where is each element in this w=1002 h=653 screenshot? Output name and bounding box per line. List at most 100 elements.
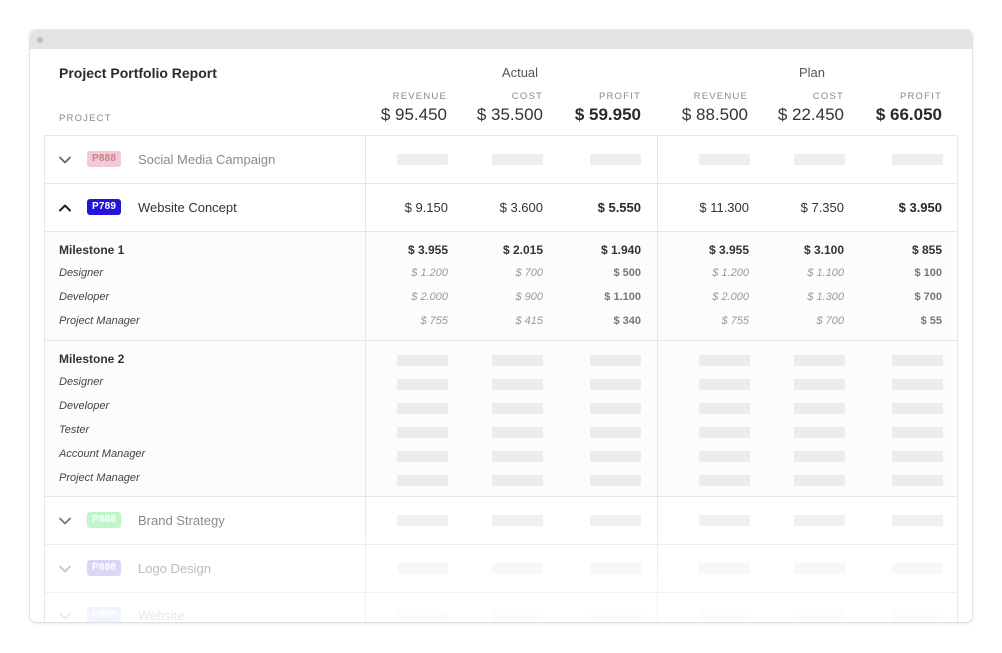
total-plan-profit: $ 66.050 bbox=[875, 105, 942, 124]
milestone-value: $ 3.955 bbox=[407, 243, 448, 257]
placeholder-bar bbox=[892, 355, 943, 366]
placeholder-bar bbox=[794, 475, 845, 486]
placeholder-bar bbox=[397, 475, 448, 486]
actual-profit-value: $ 5.550 bbox=[597, 200, 641, 215]
group-header-actual: Actual bbox=[501, 65, 539, 80]
total-actual-profit: $ 59.950 bbox=[574, 105, 641, 124]
placeholder-bar bbox=[699, 563, 750, 574]
placeholder-bar bbox=[590, 475, 641, 486]
placeholder-bar bbox=[397, 154, 448, 165]
page-title: Project Portfolio Report bbox=[59, 65, 217, 81]
placeholder-bar bbox=[397, 427, 448, 438]
placeholder-bar bbox=[699, 355, 750, 366]
actual-revenue-value: $ 9.150 bbox=[404, 200, 448, 215]
column-header-plan-revenue: REVENUE bbox=[693, 91, 748, 102]
placeholder-bar bbox=[492, 451, 543, 462]
placeholder-bar bbox=[492, 515, 543, 526]
milestone-value: $ 855 bbox=[911, 243, 942, 257]
placeholder-bar bbox=[794, 154, 845, 165]
role-label: Tester bbox=[59, 424, 90, 436]
placeholder-bar bbox=[492, 403, 543, 414]
placeholder-bar bbox=[397, 515, 448, 526]
column-header-actual-profit: PROFIT bbox=[598, 91, 641, 102]
placeholder-bar bbox=[590, 451, 641, 462]
placeholder-bar bbox=[492, 427, 543, 438]
placeholder-bar bbox=[892, 451, 943, 462]
placeholder-bar bbox=[397, 451, 448, 462]
placeholder-bar bbox=[699, 154, 750, 165]
placeholder-bar bbox=[892, 563, 943, 574]
placeholder-bar bbox=[492, 355, 543, 366]
placeholder-bar bbox=[590, 563, 641, 574]
placeholder-bar bbox=[699, 451, 750, 462]
placeholder-bar bbox=[699, 427, 750, 438]
role-label: Designer bbox=[59, 376, 104, 388]
plan-profit-value: $ 3.950 bbox=[898, 200, 942, 215]
report-window: Project Portfolio Report Actual Plan PRO… bbox=[30, 30, 972, 622]
placeholder-bar bbox=[794, 427, 845, 438]
placeholder-bar bbox=[892, 403, 943, 414]
role-value: $ 700 bbox=[816, 315, 844, 327]
placeholder-bar bbox=[492, 610, 543, 621]
project-name: Logo Design bbox=[138, 561, 211, 576]
window-titlebar bbox=[30, 30, 972, 49]
milestone-value: $ 2.015 bbox=[502, 243, 543, 257]
project-name: Social Media Campaign bbox=[138, 152, 276, 167]
placeholder-bar bbox=[794, 563, 845, 574]
milestone-value: $ 3.100 bbox=[803, 243, 844, 257]
chevron-down-icon[interactable] bbox=[58, 514, 72, 528]
chevron-down-icon[interactable] bbox=[58, 562, 72, 576]
column-header-plan-profit: PROFIT bbox=[899, 91, 942, 102]
project-name: Brand Strategy bbox=[138, 513, 225, 528]
role-value: $ 755 bbox=[721, 315, 749, 327]
role-value: $ 1.200 bbox=[411, 267, 448, 279]
placeholder-bar bbox=[794, 403, 845, 414]
role-value: $ 700 bbox=[914, 291, 942, 303]
project-name: Website bbox=[138, 608, 185, 622]
placeholder-bar bbox=[492, 379, 543, 390]
placeholder-bar bbox=[699, 379, 750, 390]
window-dot-icon[interactable] bbox=[37, 37, 43, 43]
project-code-badge: P888 bbox=[87, 560, 122, 576]
milestone-title: Milestone 1 bbox=[59, 243, 125, 257]
placeholder-bar bbox=[590, 427, 641, 438]
placeholder-bar bbox=[794, 379, 845, 390]
chevron-down-icon[interactable] bbox=[58, 609, 72, 622]
placeholder-bar bbox=[492, 154, 543, 165]
plan-revenue-value: $ 11.300 bbox=[699, 200, 749, 215]
placeholder-bar bbox=[794, 610, 845, 621]
role-label: Designer bbox=[59, 267, 104, 279]
role-value: $ 500 bbox=[613, 267, 641, 279]
placeholder-bar bbox=[590, 610, 641, 621]
role-value: $ 1.200 bbox=[712, 267, 749, 279]
placeholder-bar bbox=[699, 515, 750, 526]
column-header-plan-cost: COST bbox=[812, 91, 844, 102]
placeholder-bar bbox=[699, 403, 750, 414]
project-code-badge: P888 bbox=[87, 607, 122, 622]
placeholder-bar bbox=[492, 563, 543, 574]
role-label: Account Manager bbox=[59, 448, 146, 460]
role-value: $ 1.100 bbox=[807, 267, 844, 279]
chevron-up-icon[interactable] bbox=[58, 201, 72, 215]
plan-cost-value: $ 7.350 bbox=[800, 200, 844, 215]
placeholder-bar bbox=[699, 475, 750, 486]
placeholder-bar bbox=[794, 451, 845, 462]
column-header-actual-cost: COST bbox=[511, 91, 543, 102]
placeholder-bar bbox=[892, 475, 943, 486]
placeholder-bar bbox=[397, 563, 448, 574]
project-name: Website Concept bbox=[138, 200, 237, 215]
role-value: $ 2.000 bbox=[712, 291, 749, 303]
role-value: $ 2.000 bbox=[411, 291, 448, 303]
placeholder-bar bbox=[794, 355, 845, 366]
role-value: $ 900 bbox=[515, 291, 543, 303]
milestone-value: $ 1.940 bbox=[600, 243, 641, 257]
role-label: Project Manager bbox=[59, 472, 140, 484]
placeholder-bar bbox=[892, 610, 943, 621]
column-header-actual-revenue: REVENUE bbox=[392, 91, 447, 102]
role-value: $ 100 bbox=[914, 267, 942, 279]
project-code-badge: P888 bbox=[87, 512, 122, 528]
chevron-down-icon[interactable] bbox=[58, 153, 72, 167]
placeholder-bar bbox=[892, 154, 943, 165]
placeholder-bar bbox=[397, 610, 448, 621]
project-code-badge: P888 bbox=[87, 151, 122, 167]
